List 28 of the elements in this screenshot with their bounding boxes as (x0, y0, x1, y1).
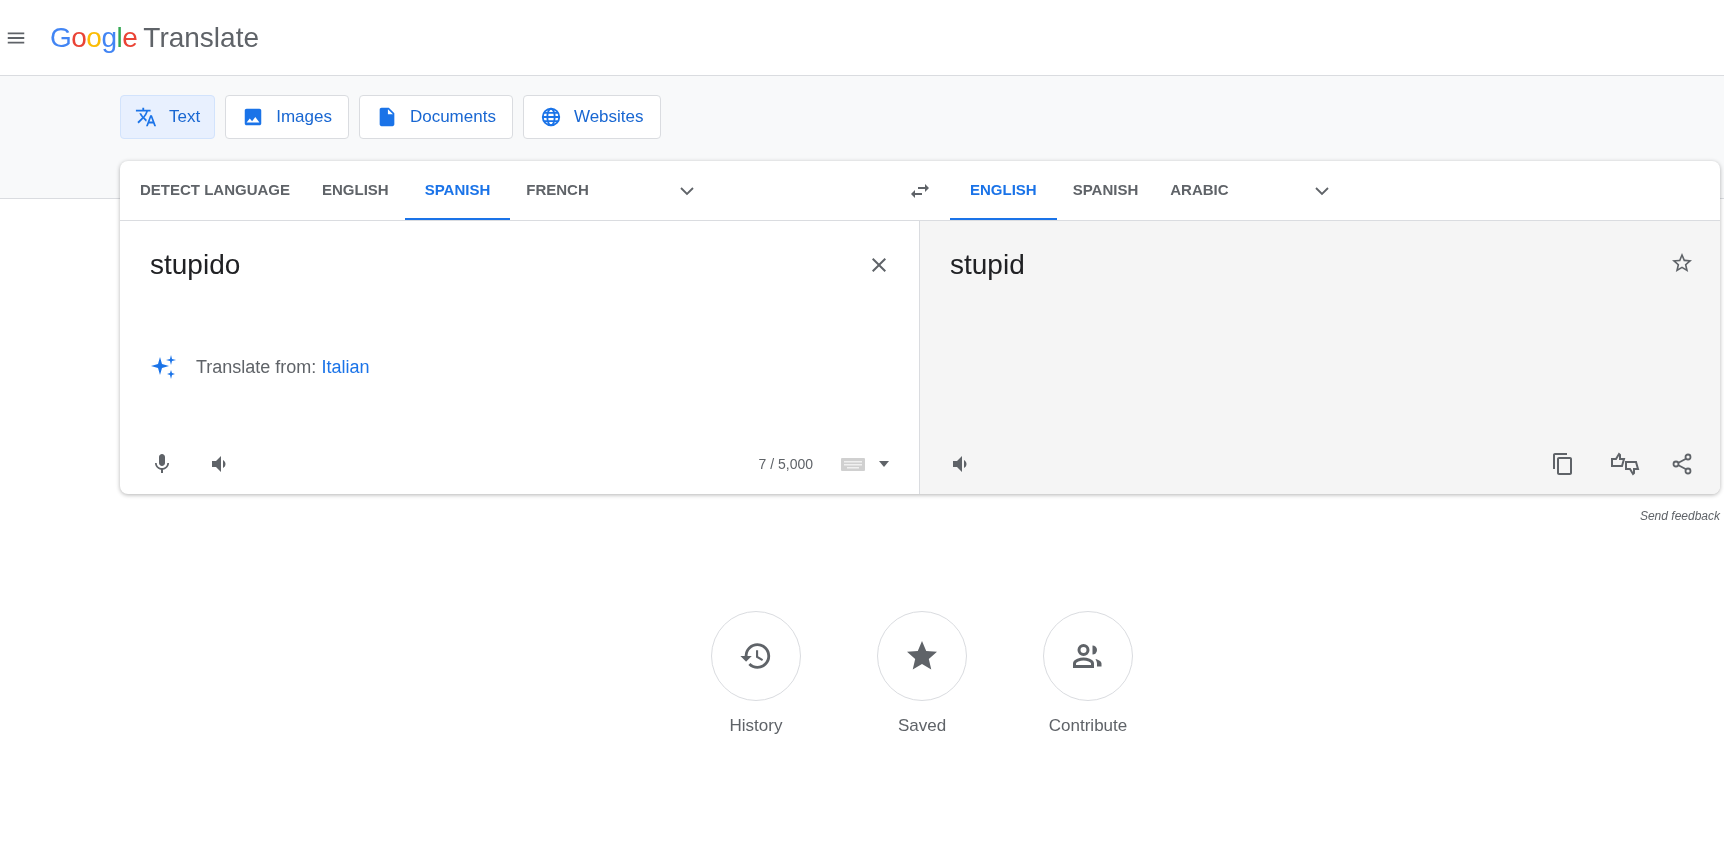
shortcut-label: Contribute (1048, 715, 1128, 737)
language-suggestion-link[interactable]: Italian (321, 356, 370, 377)
character-count: 7 / 5,000 (758, 454, 813, 474)
source-text-input[interactable]: stupido (150, 247, 867, 283)
shortcut-label: History (729, 715, 783, 737)
shortcut-label: Saved (897, 715, 947, 737)
language-tab[interactable]: ENGLISH (306, 161, 405, 220)
suggestion-text: Translate from: Italian (196, 355, 370, 379)
copy-icon[interactable] (1551, 452, 1575, 476)
mode-tab[interactable]: Websites (522, 95, 661, 139)
caret-icon[interactable] (879, 461, 889, 467)
language-tab[interactable]: FRENCH (510, 161, 605, 220)
language-tab[interactable]: SPANISH (1056, 161, 1155, 220)
thumbs-up-down-icon[interactable] (1610, 452, 1640, 476)
mode-tab[interactable]: Documents (358, 95, 513, 139)
translation-text: stupid (950, 248, 1026, 282)
share-icon[interactable] (1670, 452, 1694, 476)
star-icon[interactable] (1670, 251, 1694, 275)
logo-text[interactable]: Google (50, 16, 138, 59)
language-tab[interactable]: ARABIC (1154, 161, 1245, 220)
mode-tab[interactable]: Text (120, 95, 216, 139)
send-feedback-link[interactable]: Send feedback (1639, 509, 1720, 523)
translate-icon (135, 106, 157, 128)
product-name: Translate (143, 20, 259, 55)
mode-tab[interactable]: Images (225, 95, 349, 139)
language-tab[interactable]: SPANISH (404, 161, 511, 220)
globe-icon (539, 106, 562, 128)
language-tab[interactable]: DETECT LANGUAGE (124, 161, 306, 220)
